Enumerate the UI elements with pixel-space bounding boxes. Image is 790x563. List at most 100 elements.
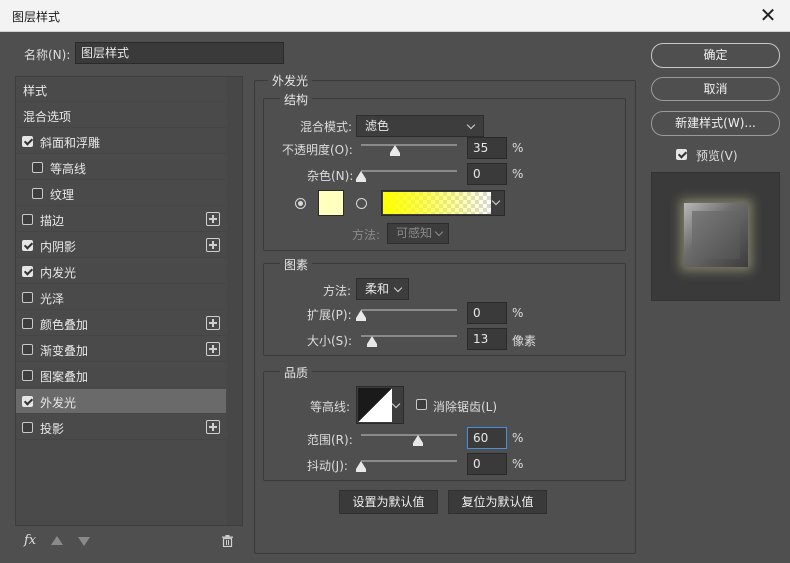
window-title: 图层样式 xyxy=(12,10,61,24)
style-item-label: 外发光 xyxy=(40,396,77,410)
chevron-down-icon xyxy=(491,196,501,206)
spread-slider-thumb[interactable] xyxy=(356,310,366,321)
fx-icon[interactable]: fx xyxy=(24,533,36,548)
jitter-input[interactable]: 0 xyxy=(467,453,507,475)
spread-input[interactable]: 0 xyxy=(467,302,507,324)
style-item-blending-options[interactable]: 混合选项 xyxy=(16,103,226,128)
style-list-scrollbar[interactable] xyxy=(227,77,242,525)
blend-mode-value: 滤色 xyxy=(365,119,390,133)
style-item-bevel-emboss[interactable]: 斜面和浮雕 xyxy=(16,129,226,154)
technique-label: 方法: xyxy=(323,284,352,298)
reset-default-button[interactable]: 复位为默认值 xyxy=(448,490,547,514)
style-item-label: 样式 xyxy=(23,84,48,98)
style-item-inner-shadow[interactable]: 内阴影 xyxy=(16,233,226,258)
style-item-gradient-overlay[interactable]: 渐变叠加 xyxy=(16,337,226,362)
add-color-overlay-icon[interactable] xyxy=(206,316,220,330)
size-input[interactable]: 13 xyxy=(467,328,507,350)
method-value: 可感知 xyxy=(396,226,433,240)
inner-shadow-checkbox[interactable] xyxy=(22,240,33,251)
style-item-label: 渐变叠加 xyxy=(40,344,89,358)
style-item-label: 内阴影 xyxy=(40,240,77,254)
pattern-overlay-checkbox[interactable] xyxy=(22,370,33,381)
range-input[interactable]: 60 xyxy=(467,427,507,449)
quality-title: 品质 xyxy=(280,364,313,381)
gradient-picker[interactable] xyxy=(381,190,505,216)
contour-picker[interactable] xyxy=(356,386,404,424)
contour-checkbox[interactable] xyxy=(32,162,43,173)
new-style-button[interactable]: 新建样式(W)... xyxy=(651,111,780,136)
noise-slider-thumb[interactable] xyxy=(356,171,366,182)
add-gradient-overlay-icon[interactable] xyxy=(206,342,220,356)
noise-slider-track[interactable] xyxy=(361,170,457,172)
gradient-overlay-checkbox[interactable] xyxy=(22,344,33,355)
satin-checkbox[interactable] xyxy=(22,292,33,303)
spread-label: 扩展(P): xyxy=(307,308,352,322)
jitter-label: 抖动(J): xyxy=(307,459,348,473)
range-slider-track[interactable] xyxy=(361,434,457,436)
method-label: 方法: xyxy=(352,228,381,242)
style-item-color-overlay[interactable]: 颜色叠加 xyxy=(16,311,226,336)
elements-title: 图素 xyxy=(280,256,313,273)
method-select[interactable]: 可感知 xyxy=(387,223,449,244)
style-item-label: 颜色叠加 xyxy=(40,318,89,332)
solid-color-radio[interactable] xyxy=(295,198,306,209)
style-item-label: 描边 xyxy=(40,214,65,228)
title-bar: 图层样式 ✕ xyxy=(0,0,790,32)
style-item-drop-shadow[interactable]: 投影 xyxy=(16,415,226,440)
blend-mode-select[interactable]: 滤色 xyxy=(356,115,484,137)
noise-input[interactable]: 0 xyxy=(467,163,507,185)
style-item-label: 内发光 xyxy=(40,266,77,280)
style-item-texture[interactable]: 纹理 xyxy=(16,181,226,206)
chevron-down-icon xyxy=(466,120,476,130)
set-default-button[interactable]: 设置为默认值 xyxy=(339,490,438,514)
range-slider-thumb[interactable] xyxy=(413,435,423,446)
size-unit: 像素 xyxy=(512,334,537,348)
inner-glow-checkbox[interactable] xyxy=(22,266,33,277)
style-item-styles[interactable]: 样式 xyxy=(16,77,226,102)
range-unit: % xyxy=(512,431,524,445)
outer-glow-checkbox[interactable] xyxy=(22,396,33,407)
technique-select[interactable]: 柔和 xyxy=(356,278,409,300)
style-item-outer-glow[interactable]: 外发光 xyxy=(16,389,226,414)
drop-shadow-checkbox[interactable] xyxy=(22,422,33,433)
jitter-slider-thumb[interactable] xyxy=(356,461,366,472)
size-label: 大小(S): xyxy=(307,334,353,348)
trash-icon[interactable] xyxy=(222,535,233,548)
style-item-label: 光泽 xyxy=(40,292,65,306)
ok-button[interactable]: 确定 xyxy=(651,43,780,68)
style-item-pattern-overlay[interactable]: 图案叠加 xyxy=(16,363,226,388)
add-inner-shadow-icon[interactable] xyxy=(206,238,220,252)
cancel-button[interactable]: 取消 xyxy=(651,77,780,101)
glow-color-swatch[interactable] xyxy=(318,190,344,216)
move-up-icon[interactable] xyxy=(51,536,63,545)
style-item-label: 投影 xyxy=(40,422,65,436)
antialias-checkbox[interactable] xyxy=(416,399,427,410)
bevel-emboss-checkbox[interactable] xyxy=(22,136,33,147)
style-item-inner-glow[interactable]: 内发光 xyxy=(16,259,226,284)
name-input[interactable]: 图层样式 xyxy=(75,42,284,64)
style-item-contour[interactable]: 等高线 xyxy=(16,155,226,180)
style-item-satin[interactable]: 光泽 xyxy=(16,285,226,310)
color-overlay-checkbox[interactable] xyxy=(22,318,33,329)
texture-checkbox[interactable] xyxy=(32,188,43,199)
chevron-down-icon xyxy=(434,227,444,237)
antialias-label: 消除锯齿(L) xyxy=(433,400,498,414)
add-drop-shadow-icon[interactable] xyxy=(206,420,220,434)
move-down-icon[interactable] xyxy=(78,537,90,546)
spread-slider-track[interactable] xyxy=(361,309,457,311)
preview-checkbox[interactable] xyxy=(676,149,687,160)
opacity-slider-track[interactable] xyxy=(361,144,457,146)
close-icon[interactable]: ✕ xyxy=(754,2,782,30)
jitter-slider-track[interactable] xyxy=(361,460,457,462)
gradient-radio[interactable] xyxy=(356,198,367,209)
style-item-stroke[interactable]: 描边 xyxy=(16,207,226,232)
stroke-checkbox[interactable] xyxy=(22,214,33,225)
blend-mode-label: 混合模式: xyxy=(300,120,353,134)
size-slider-thumb[interactable] xyxy=(367,336,377,347)
add-stroke-icon[interactable] xyxy=(206,212,220,226)
style-item-label: 纹理 xyxy=(50,188,75,202)
opacity-input[interactable]: 35 xyxy=(467,137,507,159)
opacity-slider-thumb[interactable] xyxy=(390,145,400,156)
style-item-label: 等高线 xyxy=(50,162,87,176)
preview-label: 预览(V) xyxy=(696,149,738,163)
